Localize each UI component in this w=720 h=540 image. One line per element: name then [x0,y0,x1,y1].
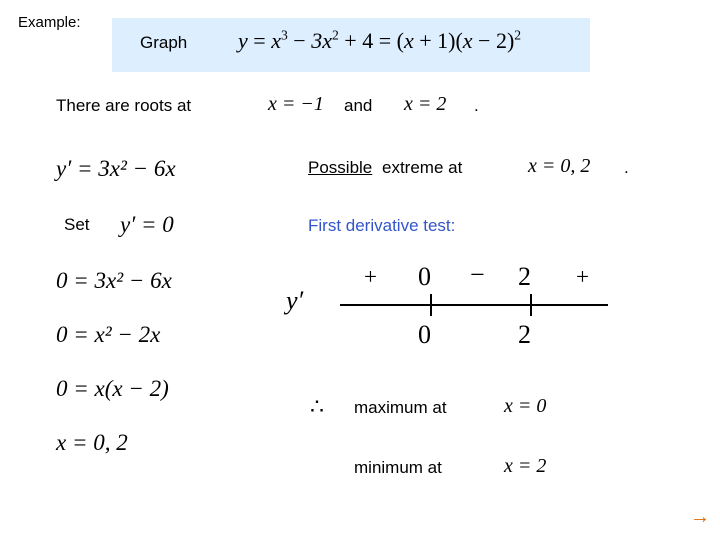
first-derivative-test-heading: First derivative test: [308,216,456,235]
equation-paren-open-2: ( [455,28,463,53]
sign-chart-critical-top-2: 2 [518,262,531,291]
extreme-at-text: extreme at [382,158,463,177]
sign-chart-yprime-label: y′ [286,286,304,315]
sign-chart-number-line [340,304,608,306]
equation-minus-two: − 2 [478,28,507,53]
example-label: Example: [18,14,81,31]
equation-y: y [238,28,248,53]
roots-period: . [474,96,479,115]
sign-chart-critical-top-0: 0 [418,262,431,291]
extreme-values: x = 0, 2 [528,155,591,177]
possible-underlined-word: Possible [308,158,373,177]
equation-factor-x-2: x [462,28,473,53]
equation-exponent-3: 3 [280,27,288,43]
equation-3x: 3x [311,28,332,53]
derivative-equation: y′ = 3x² − 6x [56,156,176,181]
equation-x-cubed: x [271,28,281,53]
extreme-period: . [624,158,629,177]
next-slide-arrow[interactable]: → [690,506,710,529]
therefore-symbol: ∴ [310,394,324,419]
root-value-2: x = 2 [404,93,447,115]
solve-step-3: 0 = x(x − 2) [56,376,169,401]
minimum-text: minimum at [354,458,442,477]
sign-chart-critical-bottom-0: 0 [418,320,431,349]
roots-lead-text: There are roots at [56,96,192,115]
graph-equation: y = x3 − 3x2 + 4 = (x + 1)(x − 2)2 [238,28,521,54]
sign-chart-critical-bottom-2: 2 [518,320,531,349]
sign-chart-tick-0 [430,294,432,316]
roots-conjunction: and [344,96,373,115]
equation-factored-exponent: 2 [514,27,522,43]
equation-constant-4: 4 [362,28,374,53]
equation-minus-1: − [293,28,306,53]
graph-label: Graph [140,33,188,52]
sign-chart-sign-3: + [576,264,589,289]
sign-chart-tick-2 [530,294,532,316]
equation-equals: = [253,28,266,53]
equation-plus-1: + [344,28,357,53]
solve-step-1: 0 = 3x² − 6x [56,268,172,293]
maximum-text: maximum at [354,398,447,417]
equation-equals-2: = [378,28,392,53]
set-equation: y′ = 0 [120,212,174,237]
sign-chart-sign-2: − [470,260,485,289]
maximum-value: x = 0 [504,395,547,417]
solve-step-2: 0 = x² − 2x [56,322,161,347]
equation-paren-open-1: ( [396,28,404,53]
slide-canvas: Example: Graph y = x3 − 3x2 + 4 = (x + 1… [0,0,720,540]
solve-step-4: x = 0, 2 [56,430,128,455]
set-label: Set [64,215,90,234]
minimum-value: x = 2 [504,455,547,477]
equation-exponent-2: 2 [331,27,339,43]
root-value-1: x = −1 [268,93,324,115]
equation-plus-one: + 1 [419,28,449,53]
equation-factor-x-1: x [403,28,414,53]
sign-chart-sign-1: + [364,264,377,289]
